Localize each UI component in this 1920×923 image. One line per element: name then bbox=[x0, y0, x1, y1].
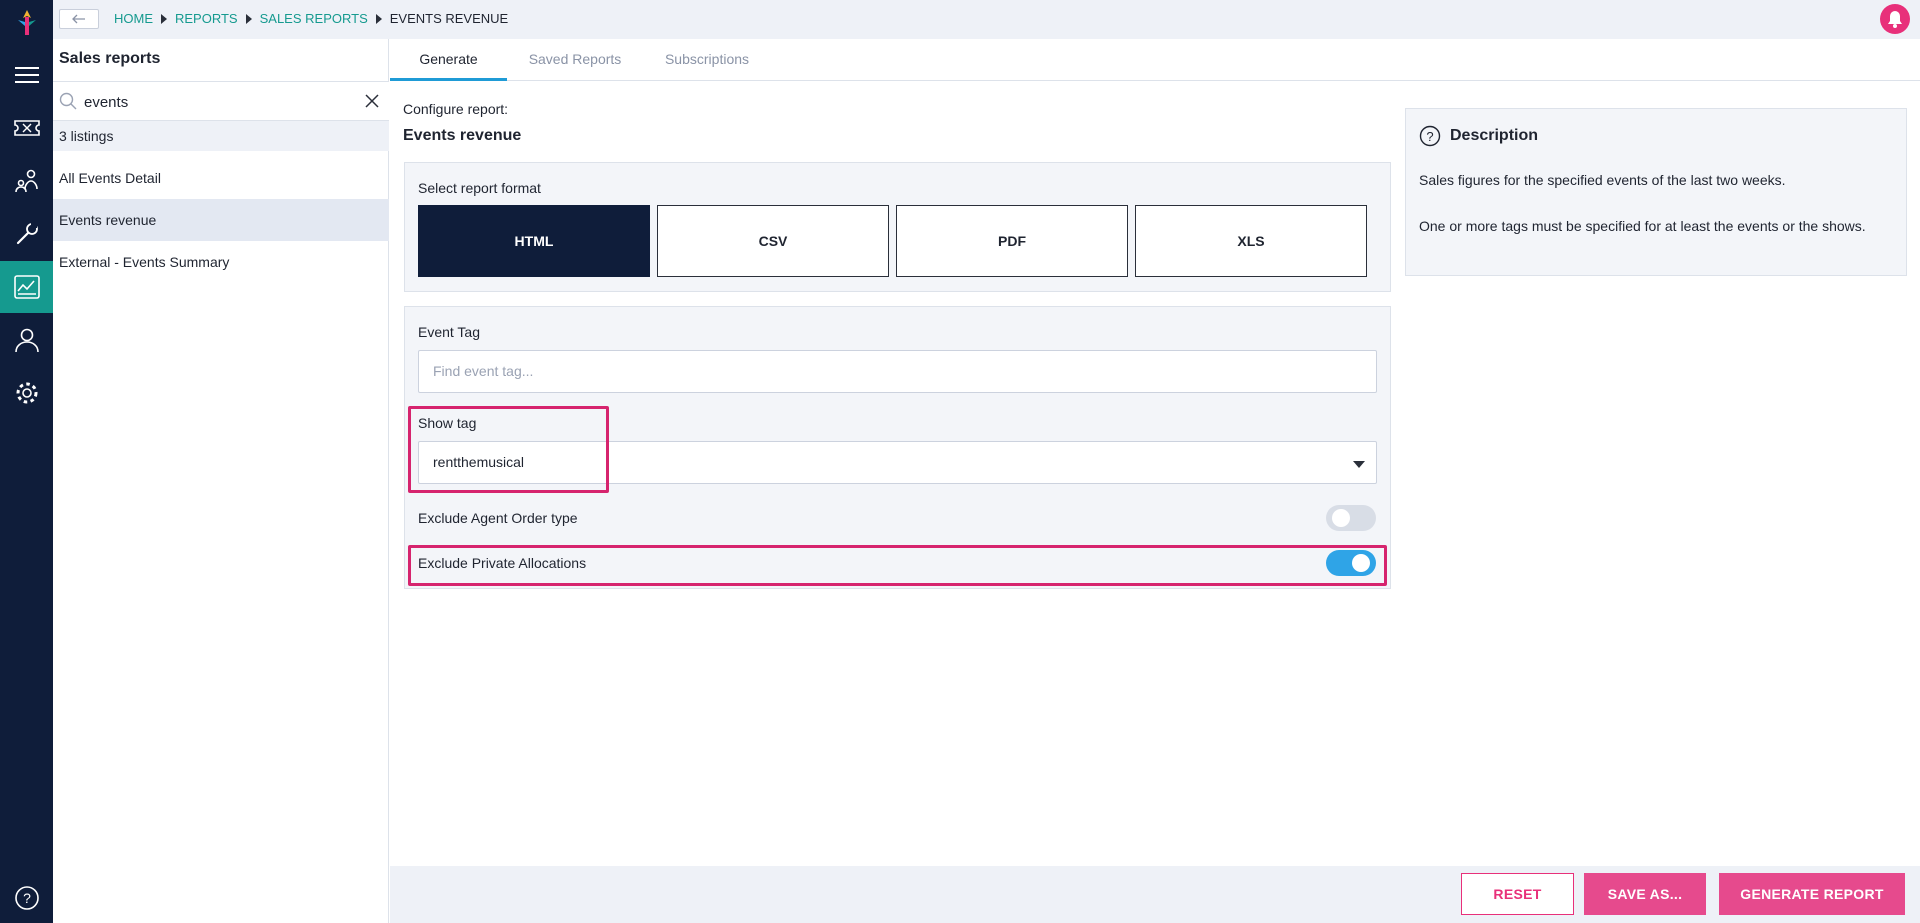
customers-icon[interactable] bbox=[0, 155, 53, 207]
svg-text:?: ? bbox=[23, 890, 31, 906]
description-header: ? Description bbox=[1419, 125, 1538, 147]
toggle-knob bbox=[1332, 509, 1350, 527]
event-tag-label: Event Tag bbox=[418, 324, 481, 340]
breadcrumb-separator-icon bbox=[375, 13, 382, 24]
format-xls-button[interactable]: XLS bbox=[1135, 205, 1367, 277]
breadcrumb-separator-icon bbox=[161, 13, 167, 24]
save-as-button[interactable]: SAVE AS... bbox=[1584, 873, 1706, 915]
exclude-agent-label: Exclude Agent Order type bbox=[418, 510, 578, 526]
description-text: Sales figures for the specified events o… bbox=[1419, 172, 1786, 188]
tools-icon[interactable] bbox=[0, 208, 53, 260]
back-button[interactable] bbox=[59, 9, 99, 29]
report-item-external-events-summary[interactable]: External - Events Summary bbox=[53, 241, 389, 283]
report-search bbox=[53, 81, 389, 121]
report-item-all-events-detail[interactable]: All Events Detail bbox=[53, 157, 389, 199]
report-options: Event Tag Find event tag... Show tag ren… bbox=[404, 306, 1391, 589]
arrow-left-icon bbox=[72, 14, 85, 24]
show-tag-label: Show tag bbox=[418, 415, 477, 431]
help-icon[interactable]: ? bbox=[0, 872, 53, 923]
tickets-icon[interactable] bbox=[0, 102, 53, 154]
question-circle-icon: ? bbox=[1419, 125, 1441, 147]
reports-icon[interactable] bbox=[0, 261, 53, 313]
event-tag-input[interactable]: Find event tag... bbox=[418, 350, 1377, 393]
description-requirement: One or more tags must be specified for a… bbox=[1419, 218, 1866, 234]
report-title: Events revenue bbox=[403, 127, 522, 144]
tab-saved-reports[interactable]: Saved Reports bbox=[507, 39, 643, 81]
user-icon[interactable] bbox=[0, 314, 53, 366]
exclude-private-label: Exclude Private Allocations bbox=[418, 555, 587, 571]
breadcrumb-home[interactable]: HOME bbox=[114, 11, 153, 26]
show-tag-select[interactable]: rentthemusical bbox=[418, 441, 1377, 484]
notifications-bell-icon[interactable] bbox=[1880, 4, 1910, 34]
format-selector: Select report format HTML CSV PDF XLS bbox=[404, 162, 1391, 292]
report-list: All Events Detail Events revenue Externa… bbox=[53, 157, 389, 283]
breadcrumb-reports[interactable]: REPORTS bbox=[175, 11, 238, 26]
nav-rail: ? bbox=[0, 0, 53, 923]
breadcrumb: HOME REPORTS SALES REPORTS EVENTS REVENU… bbox=[114, 11, 508, 26]
svg-text:?: ? bbox=[1426, 129, 1433, 144]
report-tabs: Generate Saved Reports Subscriptions bbox=[390, 39, 1920, 81]
search-icon bbox=[59, 92, 77, 110]
search-input[interactable] bbox=[84, 88, 344, 116]
settings-icon[interactable] bbox=[0, 367, 53, 419]
report-item-events-revenue[interactable]: Events revenue bbox=[53, 199, 389, 241]
format-pdf-button[interactable]: PDF bbox=[896, 205, 1128, 277]
format-html-button[interactable]: HTML bbox=[418, 205, 650, 277]
app-logo-icon[interactable] bbox=[14, 8, 40, 38]
chevron-down-icon bbox=[1353, 461, 1365, 468]
format-csv-button[interactable]: CSV bbox=[657, 205, 889, 277]
configure-label: Configure report: bbox=[403, 101, 509, 117]
tab-subscriptions[interactable]: Subscriptions bbox=[643, 39, 771, 81]
exclude-private-toggle[interactable] bbox=[1326, 550, 1376, 576]
clear-search-icon[interactable] bbox=[365, 94, 379, 108]
top-bar: HOME REPORTS SALES REPORTS EVENTS REVENU… bbox=[53, 0, 1920, 39]
report-list-panel: Sales reports 3 listings All Events Deta… bbox=[53, 39, 389, 923]
generate-report-button[interactable]: GENERATE REPORT bbox=[1719, 873, 1905, 915]
panel-title: Sales reports bbox=[59, 50, 161, 67]
description-title: Description bbox=[1450, 127, 1539, 144]
format-label: Select report format bbox=[418, 180, 541, 196]
tab-generate[interactable]: Generate bbox=[390, 39, 507, 81]
breadcrumb-current: EVENTS REVENUE bbox=[389, 11, 509, 26]
show-tag-value: rentthemusical bbox=[433, 454, 525, 470]
action-footer: RESET SAVE AS... GENERATE REPORT bbox=[390, 866, 1920, 923]
breadcrumb-sales-reports[interactable]: SALES REPORTS bbox=[260, 11, 368, 26]
reset-button[interactable]: RESET bbox=[1461, 873, 1574, 915]
breadcrumb-separator-icon bbox=[245, 13, 252, 24]
exclude-agent-toggle[interactable] bbox=[1326, 505, 1376, 531]
menu-icon[interactable] bbox=[0, 49, 53, 101]
description-panel: ? Description Sales figures for the spec… bbox=[1405, 108, 1907, 276]
listing-count: 3 listings bbox=[53, 121, 389, 151]
toggle-knob bbox=[1352, 554, 1370, 572]
